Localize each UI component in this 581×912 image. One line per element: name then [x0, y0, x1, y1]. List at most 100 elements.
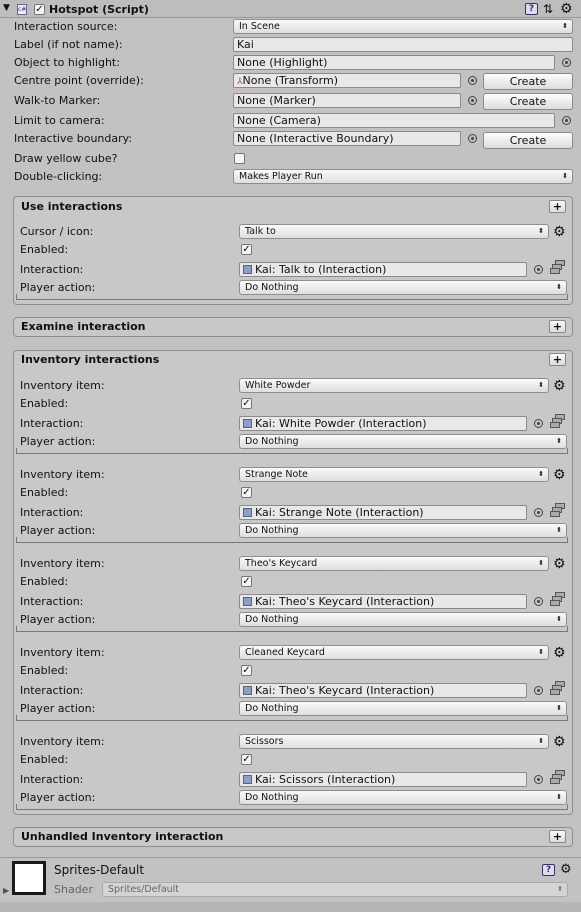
object-picker-icon[interactable]: [468, 134, 477, 143]
object-picker-icon[interactable]: [534, 686, 543, 695]
gear-icon[interactable]: ⚙: [553, 557, 566, 571]
object-picker-icon[interactable]: [534, 265, 543, 274]
dropdown-arrow-icon: ⬍: [538, 470, 544, 478]
interaction-object-icon: [243, 419, 252, 428]
inventory-interaction-field[interactable]: Kai: White Powder (Interaction): [239, 416, 527, 431]
object-picker-icon[interactable]: [534, 508, 543, 517]
script-icon: c#: [17, 4, 27, 15]
dropdown-arrow-icon: ⬍: [562, 22, 568, 30]
inventory-interaction-value: Kai: Theo's Keycard (Interaction): [255, 595, 435, 608]
object-picker-icon[interactable]: [534, 419, 543, 428]
walk-to-field[interactable]: None (Marker): [233, 93, 461, 108]
use-interaction-field[interactable]: Kai: Talk to (Interaction): [239, 262, 527, 277]
interaction-list-icon[interactable]: [550, 503, 566, 517]
dropdown-arrow-icon: ⬍: [562, 172, 568, 180]
inventory-item-dropdown[interactable]: White Powder ⬍: [239, 378, 549, 393]
interaction-list-icon[interactable]: [550, 592, 566, 606]
cursor-dropdown[interactable]: Talk to ⬍: [239, 224, 549, 239]
inventory-enabled-checkbox[interactable]: ✓: [241, 576, 252, 587]
create-walk-to-button[interactable]: Create: [483, 93, 573, 110]
use-enabled-checkbox[interactable]: ✓: [241, 244, 252, 255]
object-picker-icon[interactable]: [534, 775, 543, 784]
object-picker-icon[interactable]: [468, 76, 477, 85]
interaction-object-icon: [243, 597, 252, 606]
inventory-enabled-checkbox[interactable]: ✓: [241, 754, 252, 765]
player-action-value: Do Nothing: [245, 436, 299, 447]
material-preview: [12, 861, 46, 895]
player-action-dropdown[interactable]: Do Nothing ⬍: [239, 701, 567, 716]
yellow-cube-checkbox[interactable]: [234, 153, 245, 164]
interaction-list-icon[interactable]: [550, 260, 566, 274]
interaction-list-icon[interactable]: [550, 414, 566, 428]
add-inventory-button[interactable]: +: [549, 353, 566, 366]
enabled-label: Enabled:: [20, 753, 69, 766]
interaction-source-dropdown[interactable]: In Scene ⬍: [233, 19, 573, 34]
inventory-item-dropdown[interactable]: Cleaned Keycard ⬍: [239, 645, 549, 660]
object-picker-icon[interactable]: [468, 96, 477, 105]
add-unhandled-button[interactable]: +: [549, 830, 566, 843]
interaction-list-icon[interactable]: [550, 770, 566, 784]
player-action-dropdown[interactable]: Do Nothing ⬍: [239, 790, 567, 805]
interaction-source-label: Interaction source:: [14, 20, 118, 33]
gear-icon[interactable]: ⚙: [553, 735, 566, 749]
label-field-label: Label (if not name):: [14, 38, 123, 51]
object-picker-icon[interactable]: [534, 597, 543, 606]
inventory-enabled-checkbox[interactable]: ✓: [241, 487, 252, 498]
create-boundary-button[interactable]: Create: [483, 132, 573, 149]
dropdown-arrow-icon: ⬍: [557, 885, 563, 893]
shader-dropdown[interactable]: Sprites/Default ⬍: [102, 882, 568, 897]
inventory-interaction-value: Kai: White Powder (Interaction): [255, 417, 427, 430]
preset-icon[interactable]: ⇅: [543, 2, 553, 16]
boundary-field[interactable]: None (Interactive Boundary): [233, 131, 461, 146]
gear-icon[interactable]: ⚙: [560, 1, 573, 17]
inventory-enabled-checkbox[interactable]: ✓: [241, 398, 252, 409]
material-name: Sprites-Default: [54, 863, 145, 877]
inventory-item-label: Inventory item:: [20, 468, 105, 481]
add-examine-button[interactable]: +: [549, 320, 566, 333]
double-click-dropdown[interactable]: Makes Player Run ⬍: [233, 169, 573, 184]
inventory-item-label: Inventory item:: [20, 379, 105, 392]
object-highlight-label: Object to highlight:: [14, 56, 120, 69]
inventory-interaction-field[interactable]: Kai: Theo's Keycard (Interaction): [239, 594, 527, 609]
gear-icon[interactable]: ⚙: [560, 862, 572, 877]
player-action-dropdown[interactable]: Do Nothing ⬍: [239, 612, 567, 627]
object-highlight-field[interactable]: None (Highlight): [233, 55, 555, 70]
label-field-input[interactable]: Kai: [233, 37, 573, 52]
inventory-enabled-checkbox[interactable]: ✓: [241, 665, 252, 676]
player-action-value: Do Nothing: [245, 282, 299, 293]
interaction-list-icon[interactable]: [550, 681, 566, 695]
examine-title: Examine interaction: [21, 320, 146, 333]
help-icon[interactable]: ?: [525, 3, 538, 15]
limit-camera-field[interactable]: None (Camera): [233, 113, 555, 128]
inventory-interaction-field[interactable]: Kai: Strange Note (Interaction): [239, 505, 527, 520]
inventory-item-value: Cleaned Keycard: [245, 647, 325, 658]
component-enabled-checkbox[interactable]: ✓: [34, 4, 45, 15]
gear-icon[interactable]: ⚙: [553, 468, 566, 482]
inventory-interaction-field[interactable]: Kai: Theo's Keycard (Interaction): [239, 683, 527, 698]
gear-icon[interactable]: ⚙: [553, 225, 566, 239]
examine-panel: Examine interaction +: [13, 317, 573, 337]
dropdown-arrow-icon: ⬍: [538, 381, 544, 389]
inventory-item-dropdown[interactable]: Theo's Keycard ⬍: [239, 556, 549, 571]
help-icon[interactable]: ?: [542, 864, 555, 876]
player-action-value: Do Nothing: [245, 525, 299, 536]
inventory-item-dropdown[interactable]: Scissors ⬍: [239, 734, 549, 749]
add-use-interaction-button[interactable]: +: [549, 200, 566, 213]
gear-icon[interactable]: ⚙: [553, 379, 566, 393]
player-action-dropdown[interactable]: Do Nothing ⬍: [239, 523, 567, 538]
inventory-interaction-value: Kai: Scissors (Interaction): [255, 773, 396, 786]
gear-icon[interactable]: ⚙: [553, 646, 566, 660]
boundary-label: Interactive boundary:: [14, 132, 133, 145]
shader-label: Shader: [54, 883, 93, 896]
player-action-dropdown[interactable]: Do Nothing ⬍: [239, 280, 567, 295]
expand-arrow-icon[interactable]: ▶: [3, 886, 9, 895]
enabled-label: Enabled:: [20, 397, 69, 410]
foldout-arrow-icon[interactable]: ▼: [3, 3, 10, 13]
object-picker-icon[interactable]: [562, 58, 571, 67]
centre-point-field[interactable]: ⅄None (Transform): [233, 73, 461, 88]
inventory-item-dropdown[interactable]: Strange Note ⬍: [239, 467, 549, 482]
inventory-interaction-field[interactable]: Kai: Scissors (Interaction): [239, 772, 527, 787]
player-action-dropdown[interactable]: Do Nothing ⬍: [239, 434, 567, 449]
create-centre-point-button[interactable]: Create: [483, 73, 573, 90]
object-picker-icon[interactable]: [562, 116, 571, 125]
